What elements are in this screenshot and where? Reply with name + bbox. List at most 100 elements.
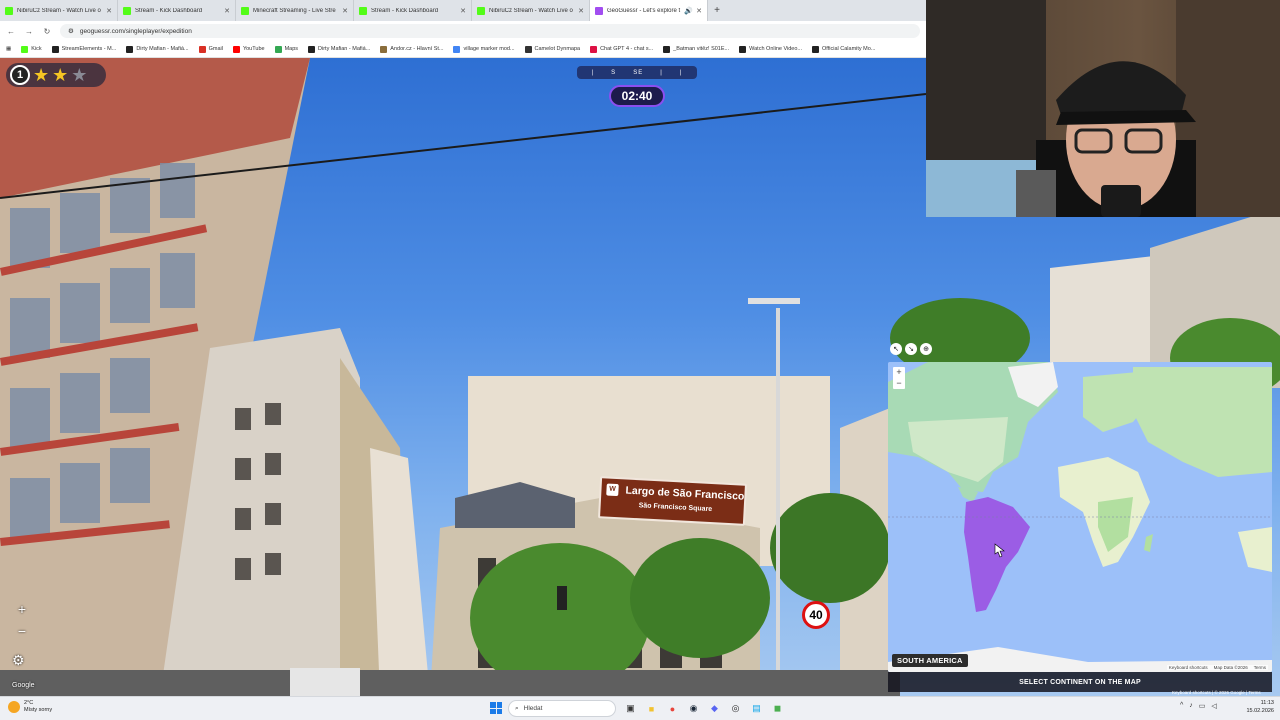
map-shrink-icon[interactable]: ↘ [905,343,917,355]
map-zoom-out-button[interactable]: − [893,378,905,389]
bookmark-label: village marker mod... [463,46,515,52]
bookmark-item[interactable]: YouTube [232,45,265,53]
app-icon[interactable]: ▤ [748,700,765,717]
bookmark-item[interactable]: village marker mod... [453,45,515,53]
taskbar-apps: ▣ ■ ● ◉ ◆ ◎ ▤ ◼ [622,700,786,717]
map-pin-icon[interactable]: ⊕ [920,343,932,355]
microphone-icon[interactable]: ♪ [1189,702,1193,710]
compass-bar: | S SE | | [577,66,697,79]
file-explorer-icon[interactable]: ■ [643,700,660,717]
compass-heading: S [611,69,617,76]
tray-chevron-icon[interactable]: ^ [1180,702,1183,710]
select-continent-prompt: SELECT CONTINENT ON THE MAP [888,672,1272,692]
browser-tab[interactable]: Stream - Kick Dashboard ✕ [118,0,236,21]
google-logo: Google [12,682,35,689]
bookmark-item[interactable]: Andor.cz - Hlavní St... [380,45,443,53]
chrome-icon[interactable]: ● [664,700,681,717]
tab-close-icon[interactable]: ✕ [342,7,348,15]
bookmark-item[interactable]: Dirty Mafian - Mafiá... [308,45,370,53]
map-expand-icon[interactable]: ↖ [890,343,902,355]
site-info-icon[interactable]: ⚙ [68,27,74,35]
taskbar-search[interactable]: ⌕ Hledat [508,700,616,717]
street-sign-title: Largo de São Francisco [625,484,745,503]
obs-icon[interactable]: ◎ [727,700,744,717]
browser-tab[interactable]: NibiruCz Stream - Watch Live o ✕ [472,0,590,21]
map-zoom-in-button[interactable]: + [893,367,905,378]
tab-close-icon[interactable]: ✕ [106,7,112,15]
bookmark-item[interactable]: Dirty Mafian - Mafiá... [126,45,189,53]
progress-stars: 1 ★ ★ ★ [6,63,106,87]
browser-tab[interactable]: Minecraft Streaming - Live Stre ✕ [236,0,354,21]
bookmark-item[interactable]: _Batman vitěz! S01E... [663,45,730,53]
url-field[interactable]: ⚙ geoguessr.com/singleplayer/expedition [60,24,920,38]
tab-close-icon[interactable]: ✕ [460,7,466,15]
bookmark-label: Official Calamity Mo... [822,46,876,52]
windows-start-icon[interactable] [490,702,502,714]
kick-icon [5,6,13,15]
volume-icon[interactable]: ◁ [1211,702,1216,710]
street-view-zoom: + − [12,598,32,642]
bookmark-favicon-icon [590,45,598,53]
map-footer-link[interactable]: Keyboard shortcuts [1169,665,1208,670]
round-timer: 02:40 [609,85,665,107]
bookmark-favicon-icon [380,45,388,53]
bookmark-item[interactable]: Watch Online Video... [739,45,802,53]
bookmark-favicon-icon [51,45,59,53]
tab-close-icon[interactable]: ✕ [578,7,584,15]
geoguessr-icon [595,6,603,15]
weather-temp: 2°C [24,700,34,706]
clock-date: 15.02.2026 [1246,708,1274,714]
url-text: geoguessr.com/singleplayer/expedition [79,27,192,35]
bookmark-item[interactable]: Maps [274,45,298,53]
discord-icon[interactable]: ◆ [706,700,723,717]
task-view-icon[interactable]: ▣ [622,700,639,717]
bookmark-favicon-icon [274,45,282,53]
speed-limit-sign: 40 [802,601,830,629]
search-placeholder: Hledat [523,705,543,712]
bookmark-item[interactable]: Camelot Dynmapa [524,45,580,53]
bookmark-item[interactable]: Kick [21,45,42,53]
bookmark-item[interactable]: StreamElements - M... [51,45,116,53]
street-sign: W Largo de São Francisco São Francisco S… [598,476,747,526]
browser-tab[interactable]: NibiruCz Stream - Watch Live o ✕ [0,0,118,21]
zoom-out-button[interactable]: − [12,620,32,642]
apps-grid-icon[interactable]: ▦ [6,46,11,52]
steam-icon[interactable]: ◉ [685,700,702,717]
browser-tab[interactable]: Stream - Kick Dashboard ✕ [354,0,472,21]
bookmark-item[interactable]: Official Calamity Mo... [812,45,876,53]
tab-title: NibiruCz Stream - Watch Live o [17,7,101,14]
network-icon[interactable]: ▭ [1199,702,1206,710]
star-empty-icon: ★ [71,65,88,85]
map-zoom-control: + − [893,367,905,389]
bookmark-item[interactable]: Gmail [198,45,223,53]
forward-icon[interactable]: → [24,27,34,36]
map-footer-link[interactable]: Terms [1254,665,1266,670]
clock-time: 11:13 [1260,700,1274,706]
search-icon: ⌕ [515,704,519,712]
tab-audio-icon[interactable]: 🔊 [684,7,693,15]
zoom-in-button[interactable]: + [12,598,32,620]
map-footer-link[interactable]: Map Data ©2026 [1214,665,1248,670]
system-tray: ^ ♪ ▭ ◁ [1180,702,1217,710]
bottom-attribution: Keyboard shortcuts | © 2026 Google | Ter… [1172,690,1261,695]
tab-title: Stream - Kick Dashboard [135,7,203,14]
browser-tab[interactable]: GeoGuessr - Let's explore t 🔊 ✕ [590,0,708,21]
minecraft-icon[interactable]: ◼ [769,700,786,717]
level-badge: 1 [10,65,30,85]
world-map [888,362,1272,672]
settings-gear-icon[interactable]: ⚙ [12,652,25,669]
new-tab-button[interactable]: + [708,0,726,21]
weather-widget[interactable]: 2°C Místy sorny [8,700,52,714]
taskbar-clock[interactable]: 11:13 15.02.2026 [1240,699,1274,715]
bookmark-favicon-icon [126,45,134,53]
reload-icon[interactable]: ↻ [42,27,52,36]
bookmark-label: Kick [31,46,42,52]
back-icon[interactable]: ← [6,27,16,36]
tab-title: NibiruCz Stream - Watch Live o [489,7,573,14]
tab-title: Minecraft Streaming - Live Stre [253,7,336,14]
tab-close-icon[interactable]: ✕ [696,7,702,15]
tab-close-icon[interactable]: ✕ [224,7,230,15]
guess-map[interactable]: + − SOUTH AMERICA Keyboard shortcuts Map … [888,362,1272,672]
bookmark-label: _Batman vitěz! S01E... [673,46,730,52]
bookmark-item[interactable]: Chat GPT 4 - chat s... [590,45,653,53]
